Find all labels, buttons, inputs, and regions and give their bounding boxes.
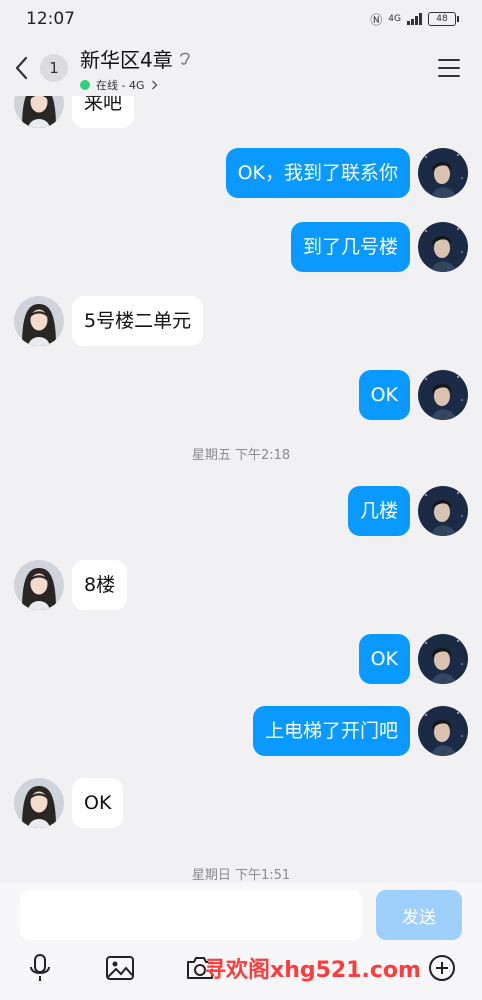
message-outgoing: 上电梯了开门吧 — [252, 706, 468, 756]
boy-avatar-icon — [418, 486, 468, 536]
back-button[interactable] — [14, 56, 34, 80]
signal-icon — [407, 13, 422, 25]
avatar[interactable] — [14, 96, 64, 128]
status-icons: Ⓝ 4G 48 — [370, 11, 459, 28]
message-bubble[interactable]: OK — [358, 370, 410, 420]
message-bubble[interactable]: OK，我到了联系你 — [225, 148, 410, 198]
online-dot — [80, 79, 90, 90]
avatar[interactable] — [418, 634, 468, 684]
avatar[interactable] — [418, 370, 468, 420]
message-bubble[interactable]: 几楼 — [347, 486, 410, 536]
ear-icon — [180, 52, 190, 65]
presence-text: 在线 - 4G — [96, 78, 145, 92]
message-bubble[interactable]: 上电梯了开门吧 — [252, 706, 410, 756]
message-outgoing: OK — [358, 370, 468, 420]
menu-button[interactable] — [438, 59, 460, 77]
girl-avatar-icon — [14, 560, 64, 610]
mic-icon[interactable] — [24, 952, 56, 984]
avatar[interactable] — [14, 296, 64, 346]
timestamp: 星期五 下午2:18 — [191, 448, 291, 463]
avatar[interactable] — [418, 706, 468, 756]
chevron-left-icon — [15, 56, 28, 80]
avatar[interactable] — [14, 560, 64, 610]
message-bubble[interactable]: 5号楼二单元 — [72, 296, 204, 346]
avatar[interactable] — [418, 148, 468, 198]
message-incoming: 5号楼二单元 — [14, 296, 204, 346]
message-outgoing: OK，我到了联系你 — [225, 148, 468, 198]
menu-icon-line — [438, 67, 460, 69]
boy-avatar-icon — [418, 370, 468, 420]
timestamp: 星期日 下午1:51 — [191, 868, 291, 882]
message-outgoing: OK — [358, 634, 468, 684]
nfc-icon: Ⓝ — [370, 12, 383, 27]
message-incoming: 来吧 — [14, 96, 135, 128]
boy-avatar-icon — [418, 706, 468, 756]
boy-avatar-icon — [418, 148, 468, 198]
send-button[interactable]: 发送 — [376, 890, 462, 940]
title-block[interactable]: 新华区4章 在线 - 4G — [80, 44, 191, 93]
avatar[interactable] — [14, 778, 64, 828]
status-time: 12:07 — [26, 9, 75, 29]
unread-badge[interactable]: 1 — [40, 54, 68, 82]
presence-row: 在线 - 4G — [80, 77, 191, 93]
chat-title: 新华区4章 — [80, 47, 173, 72]
chevron-right-icon — [151, 80, 157, 89]
message-bubble[interactable]: 8楼 — [72, 560, 128, 610]
chat-header: 1 新华区4章 在线 - 4G — [0, 40, 482, 96]
avatar[interactable] — [418, 486, 468, 536]
message-bubble[interactable]: OK — [72, 778, 124, 828]
battery-level: 48 — [436, 14, 448, 24]
image-icon[interactable] — [104, 952, 136, 984]
girl-avatar-icon — [14, 778, 64, 828]
network-type: 4G — [388, 14, 401, 24]
menu-icon-line — [438, 59, 460, 61]
girl-avatar-icon — [14, 96, 64, 128]
message-incoming: 8楼 — [14, 560, 128, 610]
message-bubble[interactable]: OK — [358, 634, 410, 684]
battery-icon: 48 — [428, 12, 459, 26]
message-bubble[interactable]: 到了几号楼 — [290, 222, 410, 272]
girl-avatar-icon — [14, 296, 64, 346]
avatar[interactable] — [418, 222, 468, 272]
plus-icon[interactable] — [426, 952, 458, 984]
message-list[interactable]: 来吧 OK，我到了联系你 到了几号楼 5号楼二单元 OK 星期五 下午2:18 … — [0, 96, 482, 882]
watermark: 寻欢阁xhg521.com — [204, 958, 421, 983]
menu-icon-line — [438, 75, 460, 77]
status-bar: 12:07 Ⓝ 4G 48 — [0, 0, 482, 38]
message-outgoing: 几楼 — [347, 486, 468, 536]
boy-avatar-icon — [418, 222, 468, 272]
message-bubble[interactable]: 来吧 — [72, 96, 135, 128]
message-incoming: OK — [14, 778, 124, 828]
message-outgoing: 到了几号楼 — [290, 222, 468, 272]
message-input[interactable] — [20, 890, 362, 940]
boy-avatar-icon — [418, 634, 468, 684]
